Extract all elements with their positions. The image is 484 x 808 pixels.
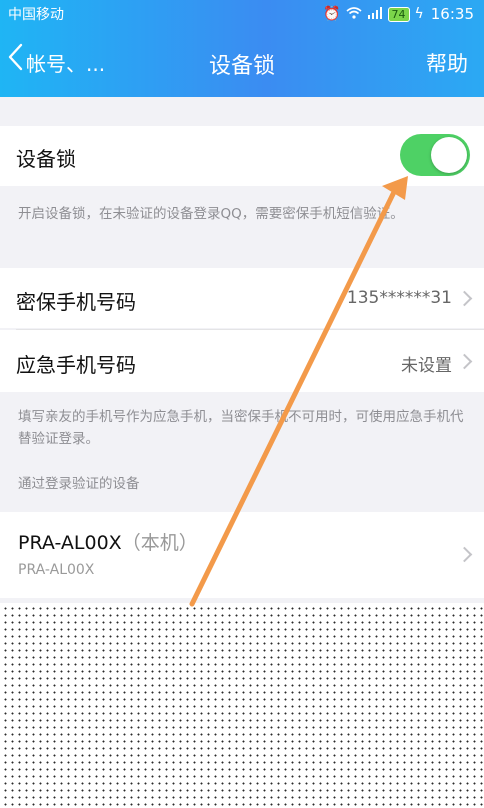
device-lock-label: 设备锁 xyxy=(16,147,76,171)
emergency-phone-hint: 填写亲友的手机号作为应急手机，当密保手机不可用时，可使用应急手机代替验证登录。 xyxy=(18,409,464,447)
device-model: PRA-AL00X xyxy=(18,562,95,578)
device-lock-toggle[interactable] xyxy=(400,134,470,176)
device-item[interactable]: PRA-AL00X（本机） PRA-AL00X xyxy=(0,512,484,598)
chevron-right-icon xyxy=(456,546,473,563)
alarm-icon: ⏰ xyxy=(323,6,341,22)
chevron-right-icon xyxy=(456,353,473,370)
emergency-phone-row[interactable]: 应急手机号码 未设置 xyxy=(0,330,484,392)
battery-icon: 74 xyxy=(387,6,410,22)
security-phone-label: 密保手机号码 xyxy=(16,290,136,314)
devices-section-title: 通过登录验证的设备 xyxy=(18,476,140,492)
page-title: 设备锁 xyxy=(208,54,275,79)
nav-bar: 帐号、... 设备锁 帮助 xyxy=(0,28,484,97)
status-bar: 中国移动 ⏰ 74 ϟ 16:35 xyxy=(0,0,484,28)
emergency-phone-value: 未设置 xyxy=(401,356,452,376)
device-lock-hint: 开启设备锁，在未验证的设备登录QQ，需要密保手机短信验证。 xyxy=(18,206,404,222)
toggle-knob xyxy=(431,137,467,173)
security-phone-value: 135******31 xyxy=(346,288,452,308)
wifi-icon xyxy=(345,6,362,22)
device-name-line: PRA-AL00X（本机） xyxy=(18,528,198,555)
carrier-name: 中国移动 xyxy=(8,7,64,23)
security-phone-row[interactable]: 密保手机号码 135******31 xyxy=(0,268,484,328)
charging-icon: ϟ xyxy=(414,6,424,22)
help-button[interactable]: 帮助 xyxy=(426,48,468,78)
signal-icon xyxy=(367,6,383,22)
header: 中国移动 ⏰ 74 ϟ 16:35 帐号、... 设备锁 帮助 xyxy=(0,0,484,97)
device-name: PRA-AL00X xyxy=(18,532,122,554)
dotted-overlay xyxy=(0,603,484,808)
chevron-right-icon xyxy=(456,290,473,307)
status-icons: ⏰ 74 ϟ 16:35 xyxy=(323,5,474,23)
emergency-phone-label: 应急手机号码 xyxy=(16,353,136,377)
device-suffix: （本机） xyxy=(121,532,198,554)
clock: 16:35 xyxy=(430,5,474,23)
